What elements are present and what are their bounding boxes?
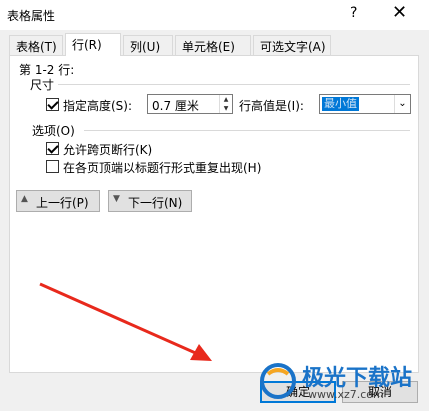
watermark: 极光下载站 www.xz7.com (258, 360, 423, 405)
tab-row[interactable]: 行(R) (65, 33, 121, 56)
watermark-url: www.xz7.com (308, 388, 384, 401)
annotation-arrow-shaft (39, 282, 201, 357)
watermark-logo-icon (260, 363, 296, 399)
annotation-arrow (39, 282, 212, 361)
